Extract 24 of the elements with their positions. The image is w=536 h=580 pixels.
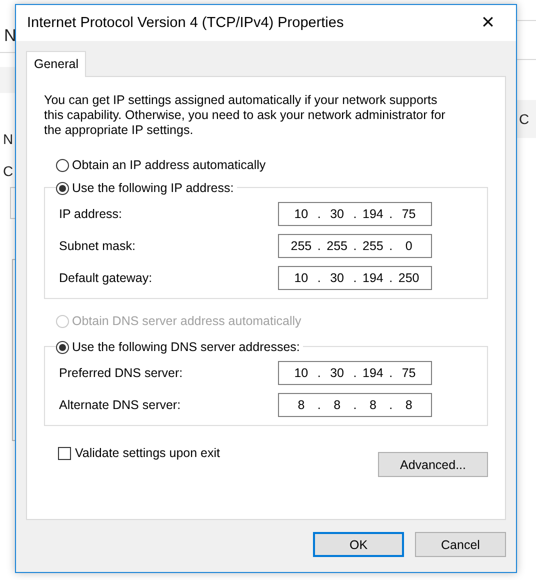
radio-option[interactable]: Use the following DNS server addresses: — [56, 340, 303, 354]
ip-address-field[interactable]: 10 . 30 . 194 . 250 — [278, 266, 432, 290]
ip-address-field[interactable]: 10 . 30 . 194 . 75 — [278, 361, 432, 385]
radio-option[interactable]: Obtain an IP address automatically — [56, 158, 269, 172]
ip-address-field[interactable]: 10 . 30 . 194 . 75 — [278, 202, 432, 226]
field-label: Default gateway: — [59, 271, 152, 285]
field-label: Alternate DNS server: — [59, 398, 181, 412]
ip-address-field[interactable]: 255 . 255 . 255 . 0 — [278, 234, 432, 258]
background-text: C — [2, 163, 14, 179]
close-button[interactable]: ✕ — [470, 8, 506, 38]
tab[interactable]: General — [26, 51, 86, 77]
dialog-button[interactable]: Cancel — [415, 532, 506, 557]
radio-option[interactable]: Use the following IP address: — [56, 181, 237, 195]
background-text: N — [2, 131, 14, 147]
field-label: Subnet mask: — [59, 239, 136, 253]
advanced-button[interactable]: Advanced... — [378, 452, 488, 477]
background-text: N — [3, 26, 16, 46]
dialog-button[interactable]: OK — [313, 532, 404, 557]
checkbox-option[interactable]: Validate settings upon exit — [58, 446, 220, 460]
window-title: Internet Protocol Version 4 (TCP/IPv4) Properties — [27, 15, 344, 31]
description-text: You can get IP settings assigned automatically if your network supports this capability. Otherwise, you need to ask your network administrator for the appropriate IP settings. — [44, 93, 446, 138]
field-label: Preferred DNS server: — [59, 366, 183, 380]
ip-address-field[interactable]: 8 . 8 . 8 . 8 — [278, 393, 432, 417]
field-label: IP address: — [59, 207, 122, 221]
